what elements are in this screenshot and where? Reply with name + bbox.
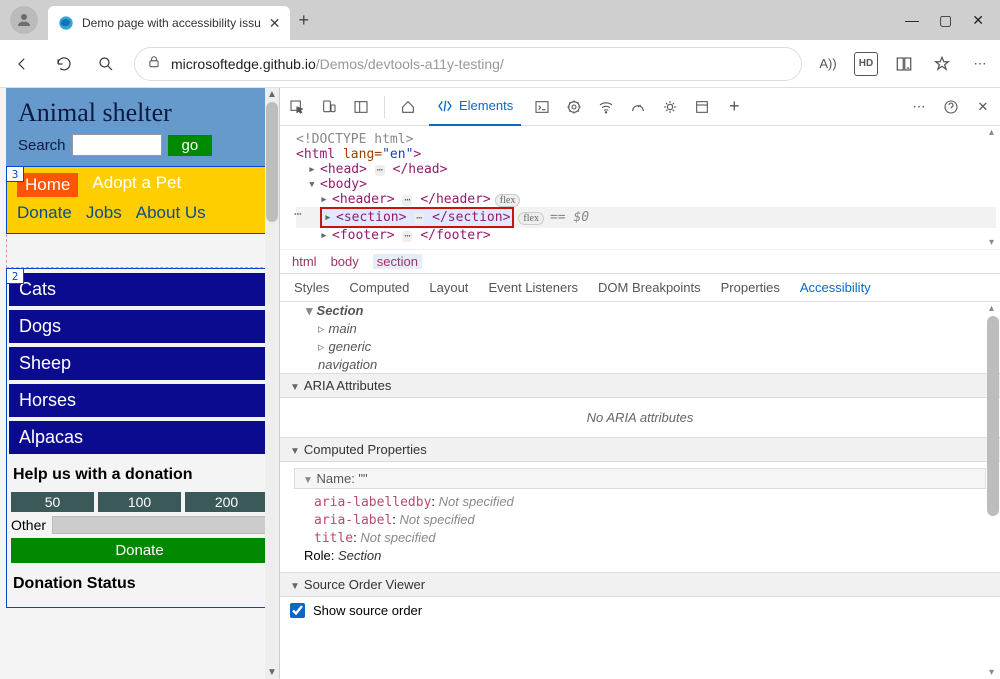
tab-layout[interactable]: Layout bbox=[429, 280, 468, 295]
animal-horses[interactable]: Horses bbox=[9, 384, 270, 417]
donate-button[interactable]: Donate bbox=[11, 538, 268, 563]
console-icon[interactable] bbox=[531, 96, 553, 118]
nav-adopt[interactable]: Adopt a Pet bbox=[92, 173, 181, 197]
address-bar[interactable]: microsoftedge.github.io/Demos/devtools-a… bbox=[134, 47, 802, 81]
crumb-body[interactable]: body bbox=[331, 254, 359, 269]
browser-tab[interactable]: Demo page with accessibility issu ✕ bbox=[48, 6, 290, 40]
go-button[interactable]: go bbox=[168, 135, 213, 156]
edge-icon bbox=[58, 15, 74, 31]
no-aria-text: No ARIA attributes bbox=[280, 398, 1000, 437]
site-title: Animal shelter bbox=[18, 98, 267, 128]
show-source-order-checkbox[interactable] bbox=[290, 603, 305, 618]
welcome-icon[interactable] bbox=[397, 96, 419, 118]
donation-heading: Help us with a donation bbox=[13, 466, 270, 484]
tab-dom-breakpoints[interactable]: DOM Breakpoints bbox=[598, 280, 701, 295]
back-button[interactable] bbox=[8, 50, 36, 78]
demo-header: Animal shelter Search go bbox=[6, 88, 279, 166]
devtools: Elements + ⋯ ✕ <!DOCTYPE html> <html lan… bbox=[280, 88, 1000, 679]
elements-icon bbox=[437, 98, 453, 114]
application-icon[interactable] bbox=[691, 96, 713, 118]
scroll-up-icon[interactable]: ▲ bbox=[267, 89, 277, 100]
dashed-box bbox=[6, 234, 273, 268]
other-label: Other bbox=[11, 517, 46, 533]
close-window-icon[interactable]: ✕ bbox=[972, 12, 984, 29]
performance-icon[interactable] bbox=[627, 96, 649, 118]
animal-alpacas[interactable]: Alpacas bbox=[9, 421, 270, 454]
device-icon[interactable] bbox=[318, 96, 340, 118]
tab-computed[interactable]: Computed bbox=[349, 280, 409, 295]
dom-tree[interactable]: <!DOCTYPE html> <html lang="en"> ▸<head>… bbox=[280, 126, 1000, 249]
window-controls: — ▢ ✕ bbox=[889, 12, 1000, 29]
donation-status-heading: Donation Status bbox=[13, 575, 270, 593]
tab-event-listeners[interactable]: Event Listeners bbox=[488, 280, 578, 295]
new-tab-button[interactable]: + bbox=[298, 10, 309, 31]
nav-home[interactable]: Home bbox=[17, 173, 78, 197]
minimize-icon[interactable]: — bbox=[905, 12, 919, 29]
animal-cats[interactable]: Cats bbox=[9, 273, 270, 306]
nav-jobs[interactable]: Jobs bbox=[86, 203, 122, 223]
scroll-thumb[interactable] bbox=[266, 102, 278, 222]
animal-dogs[interactable]: Dogs bbox=[9, 310, 270, 343]
accessibility-panel: ▾Section ▹main ▹generic navigation ▼ARIA… bbox=[280, 302, 1000, 679]
crumb-html[interactable]: html bbox=[292, 254, 317, 269]
search-input[interactable] bbox=[72, 134, 162, 156]
refresh-button[interactable] bbox=[50, 50, 78, 78]
animal-sheep[interactable]: Sheep bbox=[9, 347, 270, 380]
tab-elements[interactable]: Elements bbox=[429, 88, 521, 126]
other-input[interactable] bbox=[52, 516, 268, 534]
url-text: microsoftedge.github.io/Demos/devtools-a… bbox=[171, 56, 504, 72]
tab-close-icon[interactable]: ✕ bbox=[269, 15, 281, 32]
demo-sidebar: 2 Cats Dogs Sheep Horses Alpacas Help us… bbox=[6, 268, 273, 608]
dom-section-row[interactable]: ⋯▸<section> ⋯ </section>flex== $0 bbox=[296, 207, 996, 228]
inspect-icon[interactable] bbox=[286, 96, 308, 118]
scroll-down-icon[interactable]: ▼ bbox=[267, 667, 277, 678]
more-tabs-icon[interactable]: + bbox=[723, 96, 745, 118]
reader-icon[interactable] bbox=[892, 52, 916, 76]
tab-properties[interactable]: Properties bbox=[721, 280, 780, 295]
search-button[interactable] bbox=[92, 50, 120, 78]
devtools-close-icon[interactable]: ✕ bbox=[972, 96, 994, 118]
panel-icon[interactable] bbox=[350, 96, 372, 118]
profile-avatar[interactable] bbox=[10, 6, 38, 34]
dom-scrollbar[interactable]: ▴▾ bbox=[986, 126, 1000, 249]
a11y-scrollbar[interactable]: ▴ ▾ bbox=[986, 302, 1000, 679]
tab-styles[interactable]: Styles bbox=[294, 280, 329, 295]
tab-title: Demo page with accessibility issu bbox=[82, 16, 261, 30]
amount-100[interactable]: 100 bbox=[98, 492, 181, 512]
titlebar: Demo page with accessibility issu ✕ + — … bbox=[0, 0, 1000, 40]
maximize-icon[interactable]: ▢ bbox=[939, 12, 952, 29]
source-order-header[interactable]: ▼Source Order Viewer bbox=[280, 572, 1000, 597]
demo-scrollbar[interactable]: ▲ ▼ bbox=[265, 88, 279, 679]
show-source-order-label: Show source order bbox=[313, 603, 422, 618]
styles-tabs: Styles Computed Layout Event Listeners D… bbox=[280, 274, 1000, 302]
source-order-badge-sidebar: 2 bbox=[6, 268, 24, 284]
browser-toolbar: microsoftedge.github.io/Demos/devtools-a… bbox=[0, 40, 1000, 88]
computed-header[interactable]: ▼Computed Properties bbox=[280, 437, 1000, 462]
devtools-more-icon[interactable]: ⋯ bbox=[908, 96, 930, 118]
aria-header[interactable]: ▼ARIA Attributes bbox=[280, 373, 1000, 398]
demo-page: Animal shelter Search go 3 Home Adopt a … bbox=[0, 88, 280, 679]
network-icon[interactable] bbox=[595, 96, 617, 118]
person-icon bbox=[15, 11, 33, 29]
name-row[interactable]: ▼ Name: "" bbox=[294, 468, 986, 489]
dom-breadcrumb[interactable]: html body section bbox=[280, 249, 1000, 274]
hd-icon[interactable]: HD bbox=[854, 52, 878, 76]
amount-200[interactable]: 200 bbox=[185, 492, 268, 512]
more-icon[interactable]: ⋯ bbox=[968, 52, 992, 76]
amount-50[interactable]: 50 bbox=[11, 492, 94, 512]
lock-icon bbox=[147, 55, 161, 72]
crumb-section[interactable]: section bbox=[373, 254, 422, 269]
sources-icon[interactable] bbox=[563, 96, 585, 118]
read-aloud-icon[interactable]: A)) bbox=[816, 52, 840, 76]
memory-icon[interactable] bbox=[659, 96, 681, 118]
nav-about[interactable]: About Us bbox=[136, 203, 206, 223]
favorite-icon[interactable] bbox=[930, 52, 954, 76]
nav-donate[interactable]: Donate bbox=[17, 203, 72, 223]
source-order-badge-nav: 3 bbox=[6, 166, 24, 182]
demo-nav: 3 Home Adopt a Pet Donate Jobs About Us bbox=[6, 166, 279, 234]
help-icon[interactable] bbox=[940, 96, 962, 118]
tab-accessibility[interactable]: Accessibility bbox=[800, 280, 871, 295]
devtools-tabs: Elements + ⋯ ✕ bbox=[280, 88, 1000, 126]
search-label: Search bbox=[18, 137, 66, 154]
